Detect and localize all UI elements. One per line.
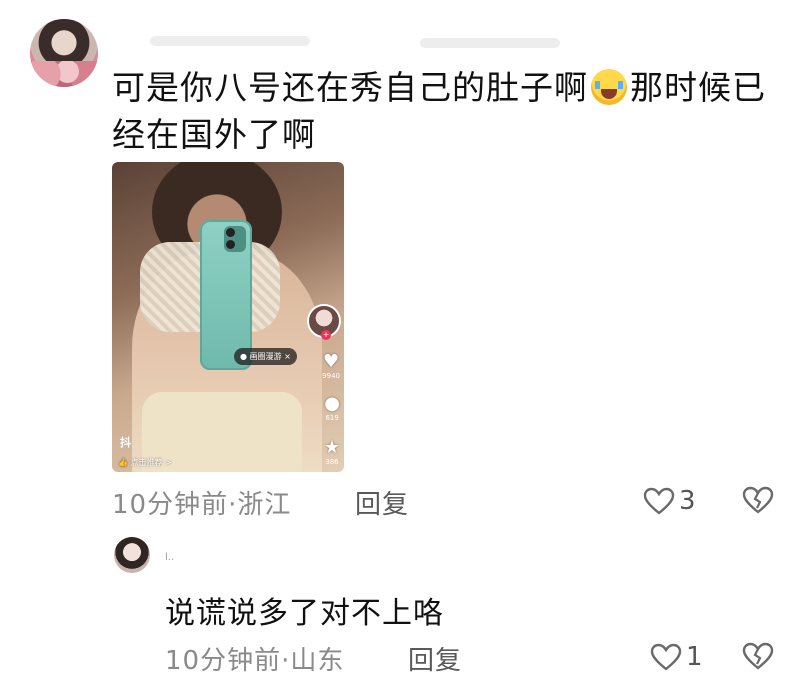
- overlay-like: ♥ 9940: [322, 351, 340, 381]
- dislike-broken-heart-icon[interactable]: [742, 486, 774, 514]
- heart-outline-icon: [643, 487, 675, 515]
- reply-like-button[interactable]: 1: [650, 642, 703, 672]
- comment-location: ·浙江: [228, 490, 292, 520]
- recommend-label: 👍 点击推荐 >: [118, 458, 172, 467]
- reply-button[interactable]: 回复: [355, 484, 409, 521]
- avatar-flowers: [30, 61, 98, 87]
- like-count: 3: [679, 486, 696, 516]
- blurred-username[interactable]: [150, 36, 310, 46]
- follow-plus-icon: +: [321, 330, 331, 340]
- loudly-crying-emoji-icon: [591, 69, 627, 105]
- overlay-comment: ● 619: [324, 393, 340, 423]
- comment-image[interactable]: ● 画圈漫游 × + ♥ 9940 ● 619 ★ 386 抖 👍 点击推荐 >: [112, 162, 344, 472]
- overlay-comment-count: 619: [325, 414, 339, 422]
- reply-time: 10分钟前: [165, 646, 282, 676]
- heart-outline-icon: [650, 643, 682, 671]
- overlay-chip: ● 画圈漫游 ×: [234, 348, 297, 365]
- reply-location: ·山东: [281, 646, 345, 676]
- blurred-username-extra: [420, 38, 560, 48]
- commenter-avatar[interactable]: [30, 19, 98, 87]
- star-icon: ★: [323, 437, 340, 458]
- reply-reply-button[interactable]: 回复: [408, 640, 462, 677]
- comment-meta: 10分钟前·浙江: [112, 484, 291, 521]
- comment-bubble-icon: ●: [324, 393, 340, 414]
- reply-like-count: 1: [686, 642, 703, 672]
- heart-icon: ♥: [323, 351, 340, 372]
- comment-text: 可是你八号还在秀自己的肚子啊 那时候已经在国外了啊: [112, 64, 772, 158]
- comment-time: 10分钟前: [112, 490, 229, 520]
- photo-phone-camera: [224, 226, 246, 252]
- reply-meta: 10分钟前·山东: [165, 640, 344, 677]
- overlay-favorite-count: 386: [325, 458, 339, 466]
- platform-watermark: 抖: [120, 436, 131, 449]
- reply-dislike-broken-heart-icon[interactable]: [742, 642, 774, 670]
- reply-author-avatar[interactable]: [114, 537, 150, 573]
- overlay-favorite: ★ 386: [323, 437, 340, 467]
- reply-comment-text: 说谎说多了对不上咯: [165, 596, 444, 631]
- comment-text-part1: 可是你八号还在秀自己的肚子啊: [112, 68, 588, 107]
- like-button[interactable]: 3: [643, 486, 696, 516]
- reply-author-name[interactable]: l..: [165, 552, 174, 563]
- overlay-like-count: 9940: [322, 372, 340, 380]
